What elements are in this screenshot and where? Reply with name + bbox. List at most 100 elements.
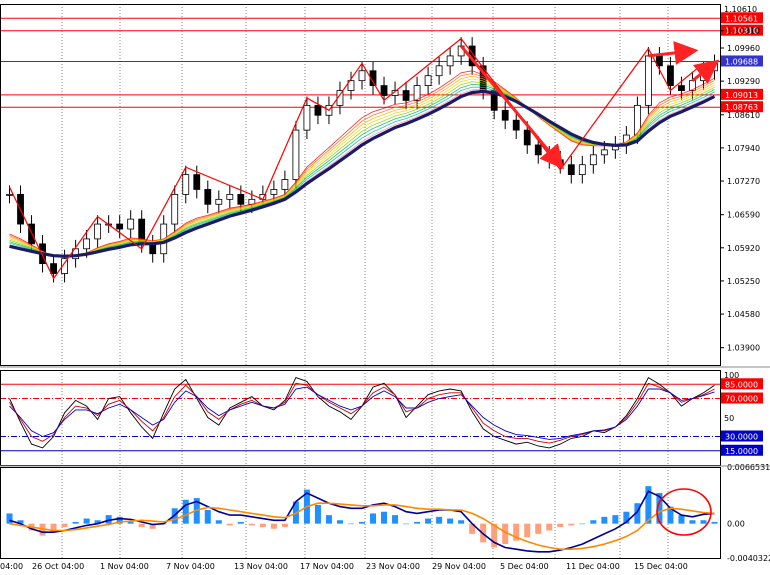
price-axis-top-label: 1.10610 [724,5,757,14]
macd-histogram-bar [259,523,266,528]
price-tick-label: 1.07940 [727,144,760,153]
macd-tick-label: 0.0066531 [727,463,770,472]
macd-histogram-bar [557,523,564,528]
time-axis-label: 17 Nov 04:00 [300,562,354,571]
macd-histogram-bar [579,523,586,525]
macd-histogram-bar [535,523,542,534]
candle-body [83,238,91,250]
macd-histogram-bar [281,523,288,528]
macd-histogram-bar [83,518,90,524]
candle-body [226,193,234,200]
macd-histogram-bar [392,515,399,524]
macd-histogram-bar [359,521,365,524]
candle-body [678,85,685,91]
candle-body [182,174,190,195]
macd-histogram-bar [612,515,619,524]
macd-histogram-bar [590,520,597,524]
macd-histogram-bar [61,523,68,528]
price-tick-label: 1.10310 [727,27,760,36]
candle-body [446,55,454,67]
macd-histogram-bar [524,523,531,538]
candle-body [567,164,575,176]
candle-body [270,189,278,195]
chart-canvas[interactable]: 1.105611.103101.096881.090131.08763 1.10… [0,0,770,575]
oscillator-level-label: 85.0000 [725,380,758,389]
macd-histogram-bar [237,521,244,524]
candle-body [512,119,520,131]
candle-body [6,193,13,196]
macd-histogram-bar [215,520,222,524]
macd-histogram-bar [425,518,432,524]
macd-histogram-bar [270,523,277,529]
macd-histogram-bar [381,511,388,524]
time-axis-label: 29 Nov 04:00 [432,562,486,571]
macd-histogram-bar [689,520,696,524]
time-axis-label: 04:00 [0,562,23,571]
candle-body [116,223,124,230]
candle-body [534,144,542,156]
macd-histogram-bar [182,499,189,524]
price-level-label: 1.09688 [725,57,758,66]
candle-body [292,129,300,180]
candle-body [689,80,696,91]
macd-tick-label: 0.00 [727,520,745,529]
oscillator-axis-top-label: 100 [724,371,739,380]
candle-body [204,189,212,205]
candle-body [281,179,289,190]
candle-body [523,129,531,146]
candle-body [424,75,432,86]
macd-histogram-bar [370,513,377,524]
price-tick-label: 1.03900 [727,344,760,353]
candle-body [435,65,443,77]
candle-body [193,174,201,190]
macd-histogram-bar [678,515,685,524]
macd-histogram-bar [447,518,454,524]
candle-body [501,109,509,121]
time-axis-label: 5 Dec 04:00 [500,562,549,571]
candle-body [667,65,674,86]
price-level-label: 1.09013 [725,91,758,100]
candle-body [171,193,179,225]
oscillator-level-label: 30.0000 [725,433,758,442]
price-level-label: 1.10561 [725,14,758,23]
macd-histogram-bar [601,516,608,524]
oscillator-axis-mid-label: 50 [724,414,734,423]
price-tick-label: 1.05250 [727,277,760,286]
candle-body [578,164,586,176]
candle-body [589,154,597,166]
oscillator-level-label: 15.0000 [725,447,758,456]
macd-histogram-bar [546,523,553,531]
time-axis-label: 26 Oct 04:00 [32,562,84,571]
macd-histogram-bar [347,523,354,525]
macd-histogram-bar [72,521,79,524]
candle-body [380,85,388,96]
macd-histogram-bar [325,515,332,524]
time-axis: 04:00 26 Oct 04:00 1 Nov 04:00 7 Nov 04:00 1… [0,562,688,571]
macd-histogram-bar [436,516,443,524]
candle-body [314,104,322,116]
candle-body [303,104,311,131]
macd-tick-label: -0.0040322 [727,554,770,563]
time-axis-label: 13 Nov 04:00 [234,562,288,571]
macd-histogram-bar [568,523,575,526]
candle-body [94,223,102,240]
macd-histogram-bar [6,513,13,524]
macd-histogram-bar [138,523,145,528]
macd-histogram-bar [403,523,410,525]
candle-body [215,198,223,205]
candle-body [645,55,652,106]
candle-body [358,70,366,82]
price-tick-label: 1.09960 [727,44,760,53]
candle-body [600,149,608,156]
macd-histogram-bar [314,504,321,524]
macd-histogram-bar [336,520,343,524]
oscillator-level-label: 70.0000 [725,395,758,404]
time-axis-label: 23 Nov 04:00 [366,562,420,571]
macd-histogram-bar [226,523,233,526]
price-tick-label: 1.08610 [727,111,760,120]
macd-histogram-bar [414,521,421,524]
candle-body [50,263,57,274]
macd-histogram-bar [700,520,707,524]
price-tick-label: 1.05920 [727,244,760,253]
time-axis-label: 15 Dec 04:00 [634,562,688,571]
